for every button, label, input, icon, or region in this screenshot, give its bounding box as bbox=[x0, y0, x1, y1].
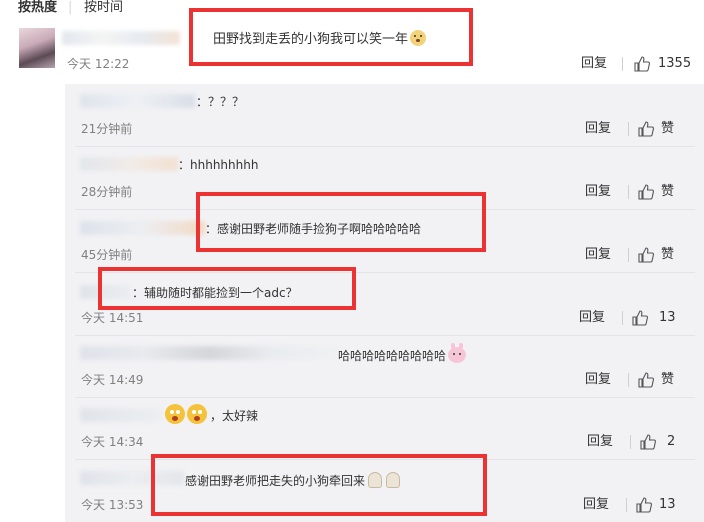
like-count: 13 bbox=[659, 310, 676, 325]
avatar[interactable] bbox=[19, 28, 55, 68]
thumbs-up-icon[interactable] bbox=[637, 371, 655, 389]
username-blurred[interactable] bbox=[80, 408, 162, 422]
thumbs-up-icon[interactable] bbox=[637, 183, 655, 201]
reply-text: ：hhhhhhhhh bbox=[178, 158, 259, 172]
highlight-box bbox=[98, 267, 356, 310]
thumbs-up-icon[interactable] bbox=[639, 433, 657, 451]
reply-time: 45分钟前 bbox=[81, 248, 133, 262]
reply-time: 28分钟前 bbox=[81, 185, 133, 199]
like-label: 赞 bbox=[661, 121, 675, 136]
scared-face-emoji bbox=[187, 404, 207, 424]
divider bbox=[626, 498, 627, 512]
reply-button[interactable]: 回复 bbox=[581, 56, 607, 71]
reply-button[interactable]: 回复 bbox=[587, 434, 613, 449]
thumbs-up-icon[interactable] bbox=[637, 246, 655, 264]
thumbs-up-icon[interactable] bbox=[631, 309, 649, 327]
highlight-box bbox=[151, 454, 487, 516]
divider bbox=[622, 57, 623, 71]
reply-button[interactable]: 回复 bbox=[585, 247, 611, 262]
like-count: 1355 bbox=[658, 56, 692, 71]
thumbs-up-icon[interactable] bbox=[637, 120, 655, 138]
username-blurred[interactable] bbox=[80, 346, 338, 360]
highlight-box bbox=[189, 8, 473, 66]
reply-time: 21分钟前 bbox=[81, 122, 133, 136]
username-blurred[interactable] bbox=[80, 94, 195, 108]
like-label: 赞 bbox=[661, 247, 675, 262]
reply-text: 哈哈哈哈哈哈哈哈哈 bbox=[338, 343, 467, 363]
reply-time: 今天 13:53 bbox=[81, 498, 144, 512]
sort-by-hot-tab[interactable]: 按热度 bbox=[18, 0, 57, 16]
like-count: 2 bbox=[667, 434, 676, 449]
username-blurred[interactable] bbox=[80, 157, 178, 171]
reply-text: ：？？？ bbox=[196, 95, 245, 109]
thumbs-up-icon[interactable] bbox=[633, 55, 651, 73]
like-label: 赞 bbox=[661, 372, 675, 387]
divider bbox=[628, 373, 629, 387]
bunny-emoji bbox=[448, 343, 467, 363]
divider bbox=[75, 397, 695, 398]
like-label: 赞 bbox=[661, 184, 675, 199]
thumbs-up-icon[interactable] bbox=[635, 496, 653, 514]
reply-text: ，太好辣 bbox=[210, 409, 259, 423]
divider bbox=[628, 248, 629, 262]
reply-time: 今天 14:49 bbox=[81, 373, 144, 387]
like-count: 13 bbox=[659, 497, 676, 512]
divider bbox=[75, 335, 695, 336]
reply-button[interactable]: 回复 bbox=[585, 372, 611, 387]
reply-button[interactable]: 回复 bbox=[583, 497, 609, 512]
divider bbox=[622, 311, 623, 325]
scared-face-emoji bbox=[165, 404, 185, 424]
sort-by-time-tab[interactable]: 按时间 bbox=[84, 0, 123, 16]
divider bbox=[75, 146, 695, 147]
reply-time: 今天 14:34 bbox=[81, 435, 144, 449]
username-blurred[interactable] bbox=[80, 221, 205, 235]
reply-button[interactable]: 回复 bbox=[579, 310, 605, 325]
reply-time: 今天 14:51 bbox=[81, 311, 144, 325]
sort-separator: | bbox=[68, 0, 73, 15]
reply-button[interactable]: 回复 bbox=[585, 121, 611, 136]
username-blurred[interactable] bbox=[62, 31, 180, 45]
divider bbox=[630, 435, 631, 449]
divider bbox=[628, 185, 629, 199]
main-comment-time: 今天 12:22 bbox=[67, 57, 130, 71]
reply-button[interactable]: 回复 bbox=[585, 184, 611, 199]
divider bbox=[628, 122, 629, 136]
highlight-box bbox=[196, 192, 486, 252]
